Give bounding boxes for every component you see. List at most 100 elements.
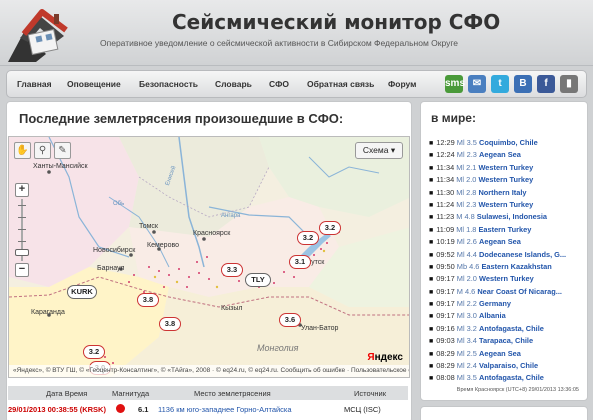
- table-row[interactable]: 29/01/2013 00:38:55 (KRSK) 6.1 1136 км ю…: [8, 402, 408, 416]
- blogger-icon[interactable]: B: [514, 75, 532, 93]
- quake-location-link[interactable]: Dodecanese Islands, G...: [479, 250, 566, 259]
- station-marker[interactable]: KURK: [67, 285, 97, 299]
- world-quake-item[interactable]: ■ 09:17 M 4.6 Near Coast Of Nicarag...: [429, 286, 587, 298]
- quake-magnitude: Ml 2.2: [456, 299, 477, 309]
- zoom-in-button[interactable]: +: [15, 183, 29, 197]
- quake-location-link[interactable]: Tarapaca, Chile: [479, 336, 533, 345]
- quake-marker[interactable]: 3.6: [279, 313, 301, 327]
- station-marker[interactable]: TLY: [245, 273, 271, 287]
- nav-alerts[interactable]: Оповещение: [67, 79, 121, 89]
- house-logo-icon[interactable]: [6, 2, 80, 64]
- world-quake-item[interactable]: ■ 09:17 Ml 2.2 Germany: [429, 298, 587, 310]
- river-label: Обь: [113, 201, 125, 207]
- quake-marker[interactable]: 3.8: [159, 317, 181, 331]
- nav-home[interactable]: Главная: [17, 79, 52, 89]
- quake-location-link[interactable]: Coquimbo, Chile: [479, 138, 538, 147]
- quake-location-link[interactable]: Near Coast Of Nicarag...: [477, 287, 562, 296]
- quake-location-link[interactable]: Western Turkey: [479, 274, 534, 283]
- twitter-icon[interactable]: t: [491, 75, 509, 93]
- world-quake-item[interactable]: ■ 09:50 Mb 4.6 Eastern Kazakhstan: [429, 261, 587, 273]
- nav-sfo[interactable]: СФО: [269, 79, 289, 89]
- quake-time: 11:09: [436, 224, 455, 234]
- world-quake-item[interactable]: ■ 11:24 Ml 2.3 Western Turkey: [429, 199, 587, 211]
- quake-location-link[interactable]: Sulawesi, Indonesia: [477, 212, 547, 221]
- zoom-tick: [18, 217, 26, 218]
- quake-location-link[interactable]: Eastern Turkey: [478, 225, 531, 234]
- bullet-icon: ■: [429, 214, 434, 222]
- hand-icon[interactable]: ✋: [14, 142, 31, 159]
- city-label: Улан-Батор: [301, 325, 339, 332]
- quake-marker[interactable]: 3.1: [289, 255, 311, 269]
- quake-time: 11:30: [436, 187, 455, 197]
- zoom-handle[interactable]: [15, 249, 29, 256]
- sms-icon[interactable]: sms: [445, 75, 465, 93]
- bullet-icon: ■: [429, 201, 434, 209]
- quake-location-link[interactable]: Western Turkey: [478, 175, 533, 184]
- quake-location-link[interactable]: Antofagasta, Chile: [479, 324, 544, 333]
- quake-time: 08:29: [436, 348, 455, 358]
- column-header: Источник: [354, 389, 387, 398]
- quake-location-link[interactable]: Aegean Sea: [479, 237, 521, 246]
- world-quake-item[interactable]: ■ 09:17 Ml 3.0 Albania: [429, 310, 587, 322]
- quake-location-link[interactable]: Western Turkey: [478, 200, 533, 209]
- world-quake-item[interactable]: ■ 11:34 Ml 2.0 Western Turkey: [429, 174, 587, 186]
- quake-time: 09:17: [436, 299, 455, 309]
- quake-marker[interactable]: 3.8: [137, 293, 159, 307]
- quake-marker[interactable]: 3.2: [83, 345, 105, 359]
- quake-marker[interactable]: 3.2: [297, 231, 319, 245]
- quake-location-link[interactable]: Aegean Sea: [479, 349, 521, 358]
- email-icon[interactable]: ✉: [468, 75, 486, 93]
- nav-glossary[interactable]: Словарь: [215, 79, 252, 89]
- nav-safety[interactable]: Безопасность: [139, 79, 198, 89]
- world-quake-item[interactable]: ■ 08:29 Ml 2.4 Valparaiso, Chile: [429, 360, 587, 372]
- quake-time: 09:17: [436, 274, 455, 284]
- quake-location-link[interactable]: Germany: [479, 299, 511, 308]
- site-subtitle: Оперативное уведомление о сейсмической а…: [100, 38, 459, 48]
- quake-time: 11:34: [436, 162, 455, 172]
- nav-feedback[interactable]: Обратная связь: [307, 79, 374, 89]
- bullet-icon: ■: [429, 263, 434, 271]
- quake-location-link[interactable]: Aegean Sea: [479, 150, 521, 159]
- world-quake-item[interactable]: ■ 09:16 Ml 3.2 Antofagasta, Chile: [429, 323, 587, 335]
- world-quake-item[interactable]: ■ 12:29 Ml 3.5 Coquimbo, Chile: [429, 137, 587, 149]
- world-quake-item[interactable]: ■ 09:52 Ml 4.4 Dodecanese Islands, G...: [429, 249, 587, 261]
- world-quake-item[interactable]: ■ 08:08 Ml 3.5 Antofagasta, Chile: [429, 372, 587, 384]
- nav-forum[interactable]: Форум: [388, 79, 416, 89]
- quake-time: 09:17: [436, 311, 455, 321]
- bullet-icon: ■: [429, 164, 434, 172]
- quake-location-link[interactable]: Western Turkey: [478, 163, 533, 172]
- bullet-icon: ■: [429, 288, 434, 296]
- quake-location-link[interactable]: Eastern Kazakhstan: [481, 262, 551, 271]
- quake-marker[interactable]: 3.3: [221, 263, 243, 277]
- zoom-out-button[interactable]: −: [15, 263, 29, 277]
- world-quake-item[interactable]: ■ 11:23 M 4.8 Sulawesi, Indonesia: [429, 211, 587, 223]
- map-type-dropdown[interactable]: Схема ▾: [355, 142, 403, 159]
- mobile-icon[interactable]: ▮: [560, 75, 578, 93]
- quake-location-link[interactable]: Valparaiso, Chile: [479, 361, 538, 370]
- quake-location-link[interactable]: Antofagasta, Chile: [479, 373, 544, 382]
- world-quake-item[interactable]: ■ 09:17 Ml 2.0 Western Turkey: [429, 273, 587, 285]
- yandex-logo[interactable]: Яндекс: [367, 352, 403, 363]
- quake-magnitude: M 4.6: [456, 286, 476, 296]
- earthquake-map[interactable]: Ханты-Мансийск Томск Красноярск Новосиби…: [8, 136, 410, 378]
- world-quake-item[interactable]: ■ 09:03 Ml 3.4 Tarapaca, Chile: [429, 335, 587, 347]
- quake-magnitude: Ml 3.4: [456, 336, 477, 346]
- world-quake-item[interactable]: ■ 12:24 Ml 2.3 Aegean Sea: [429, 149, 587, 161]
- quake-location-link[interactable]: Northern Italy: [478, 188, 526, 197]
- quake-location-link[interactable]: Albania: [479, 311, 506, 320]
- ruler-icon[interactable]: ✎: [54, 142, 71, 159]
- world-quake-item[interactable]: ■ 10:19 Ml 2.6 Aegean Sea: [429, 236, 587, 248]
- world-quake-item[interactable]: ■ 11:34 Ml 2.1 Western Turkey: [429, 162, 587, 174]
- quake-marker[interactable]: 3.2: [319, 221, 341, 235]
- bullet-icon: ■: [429, 363, 434, 371]
- world-quake-item[interactable]: ■ 08:29 Ml 2.5 Aegean Sea: [429, 348, 587, 360]
- quake-magnitude: Mb 4.6: [456, 261, 480, 271]
- magnifier-icon[interactable]: ⚲: [34, 142, 51, 159]
- quake-time: 09:03: [436, 336, 455, 346]
- bullet-icon: ■: [429, 239, 434, 247]
- map-canvas[interactable]: [9, 137, 410, 378]
- facebook-icon[interactable]: f: [537, 75, 555, 93]
- world-quake-item[interactable]: ■ 11:09 Ml 1.8 Eastern Turkey: [429, 224, 587, 236]
- quake-place-link[interactable]: 1136 км юго-западнее Горно-Алтайска: [158, 405, 292, 414]
- world-quake-item[interactable]: ■ 11:30 Ml 2.8 Northern Italy: [429, 187, 587, 199]
